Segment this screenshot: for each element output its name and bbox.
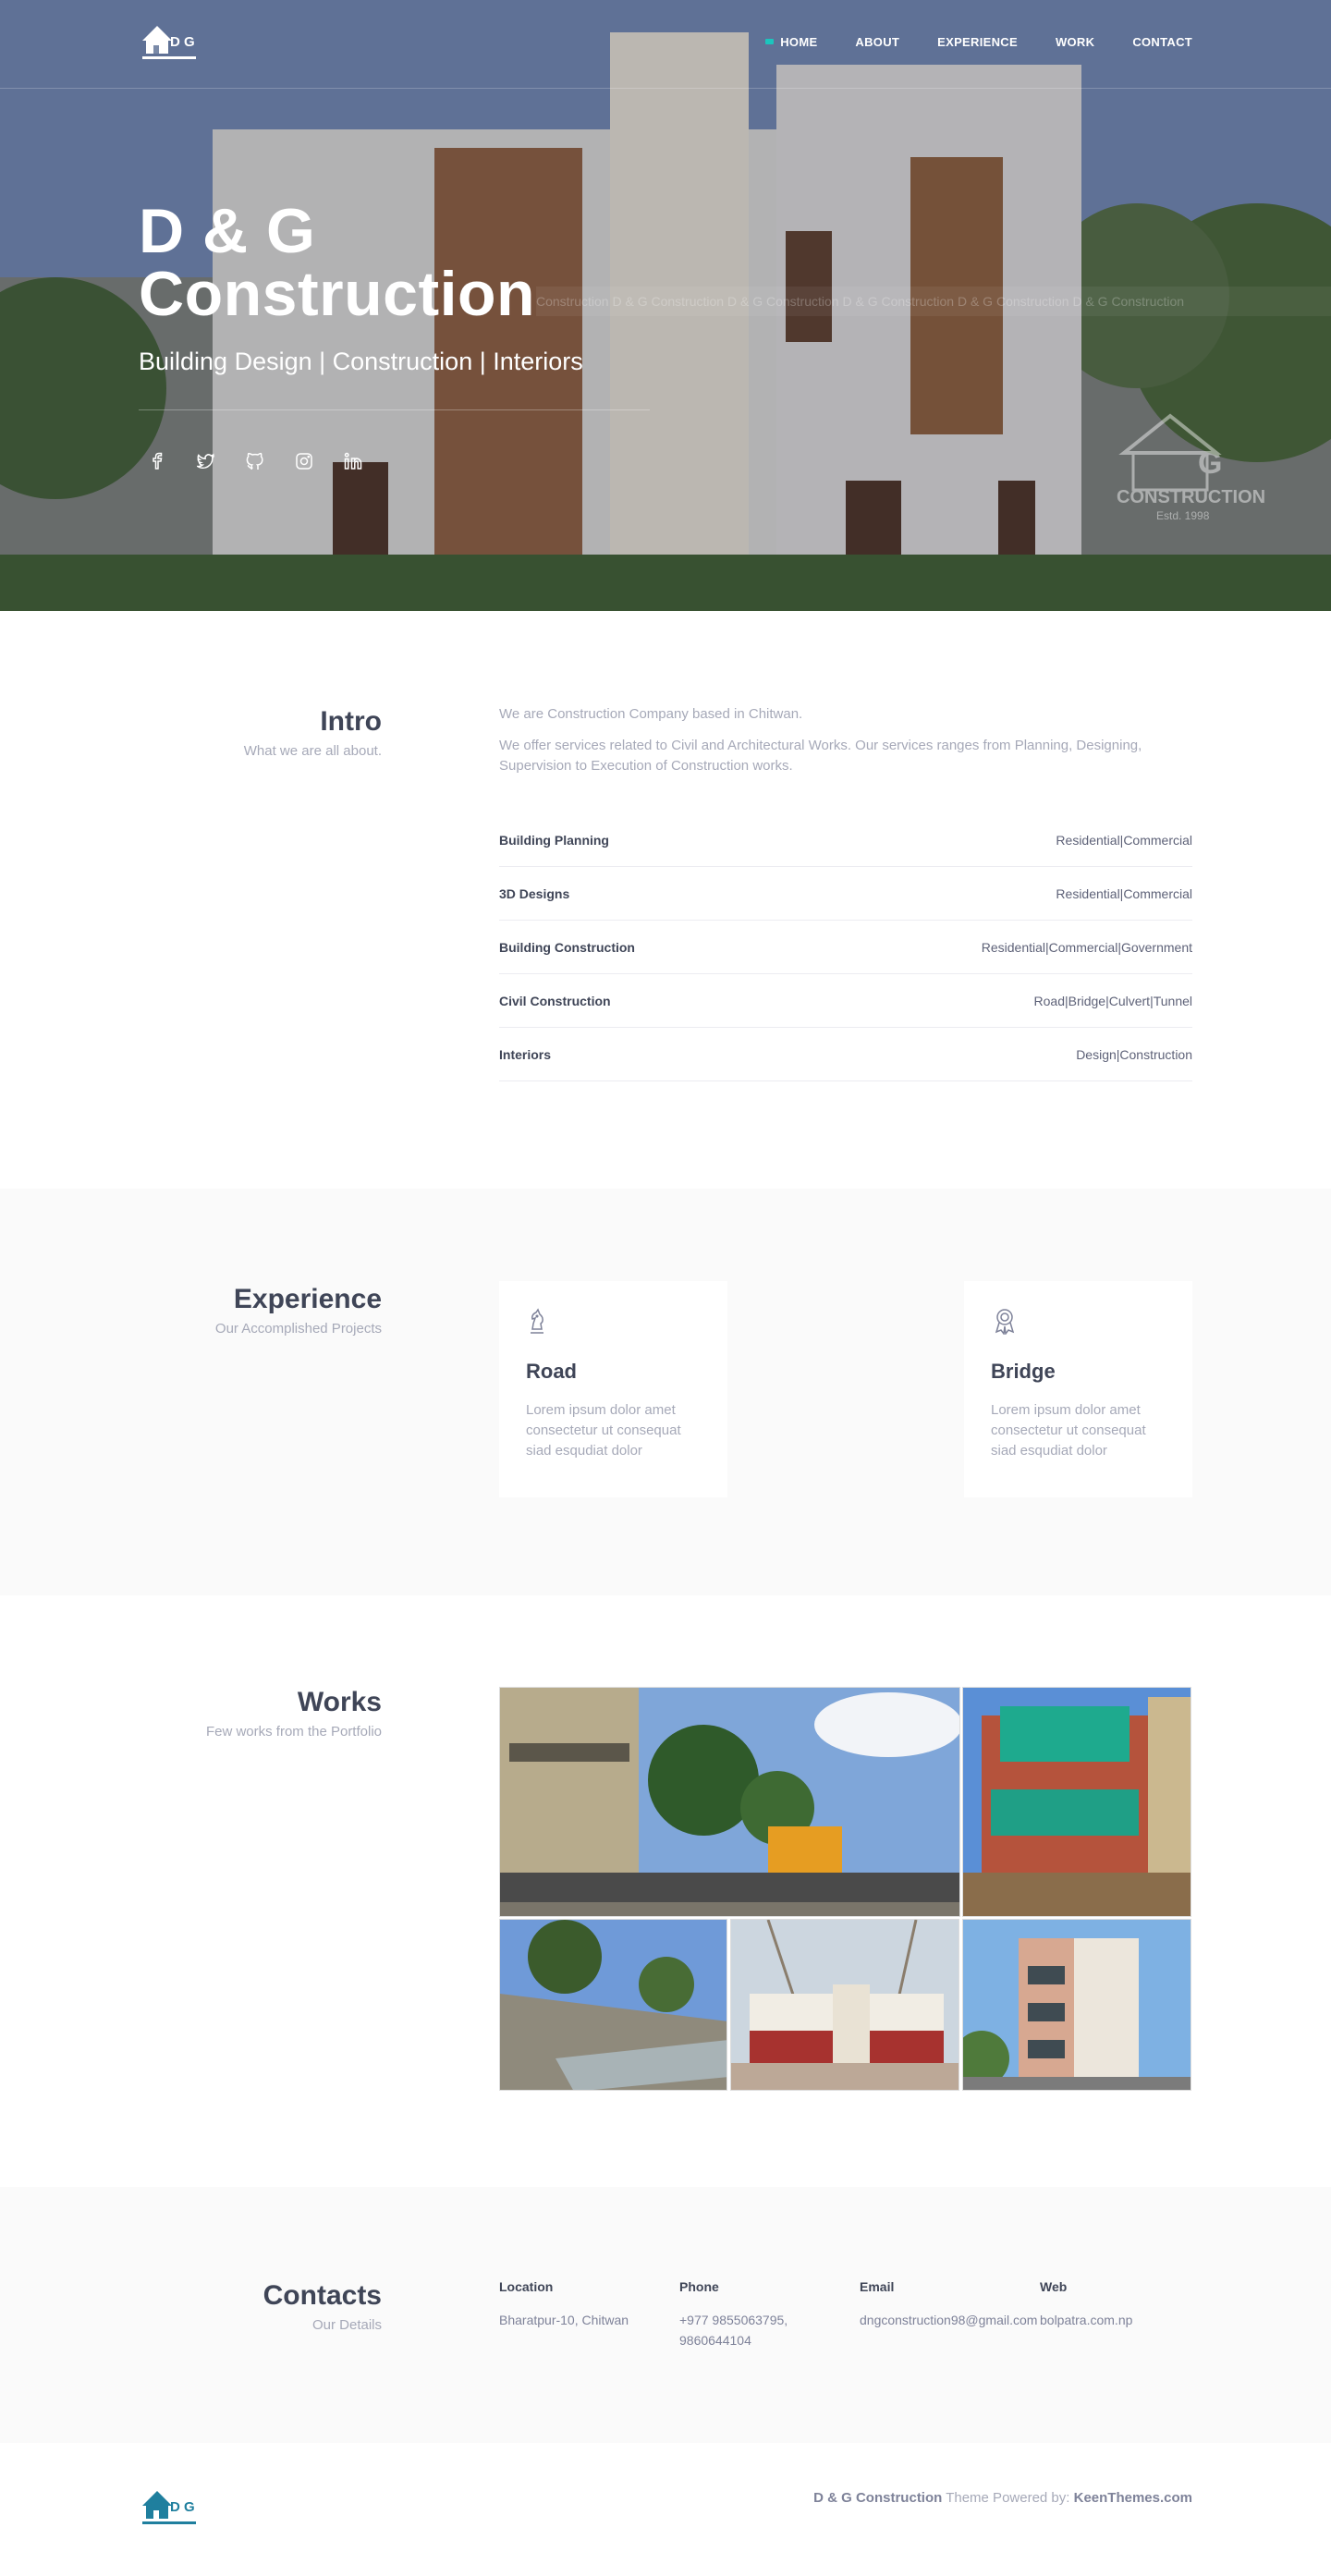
watermark-estd-text: Estd. 1998	[1156, 509, 1210, 522]
footer-powered-link[interactable]: KeenThemes.com	[1074, 2490, 1192, 2506]
linkedin-icon[interactable]	[344, 452, 362, 470]
contact-label: Web	[1040, 2279, 1068, 2294]
watermark-logo: G CONSTRUCTION Estd. 1998	[1117, 413, 1265, 522]
intro-title: Intro	[320, 706, 382, 737]
top-navbar: D G HOME ABOUT EXPERIENCE WORK CONTACT	[0, 0, 1331, 89]
contact-phone: Phone +977 9855063795, 9860644104	[679, 2279, 818, 2350]
contacts-heading: Contacts Our Details	[139, 2280, 382, 2333]
nav-work-link[interactable]: WORK	[1056, 35, 1094, 49]
service-row: Interiors Design|Construction	[499, 1028, 1192, 1081]
contacts-section: Contacts Our Details Location Bharatpur-…	[0, 2187, 1331, 2443]
works-title: Works	[297, 1687, 382, 1717]
contact-label: Location	[499, 2279, 554, 2294]
nav-about-link[interactable]: ABOUT	[855, 35, 899, 49]
intro-subtitle: What we are all about.	[243, 743, 382, 759]
intro-section: Intro What we are all about. We are Cons…	[0, 611, 1331, 1189]
experience-title: Experience	[233, 1284, 382, 1314]
github-icon[interactable]	[246, 452, 264, 470]
contact-value[interactable]: dngconstruction98@gmail.com	[860, 2310, 1037, 2330]
intro-description: We are Construction Company based in Chi…	[499, 704, 1192, 787]
card-text: Lorem ipsum dolor amet consectetur ut co…	[526, 1402, 681, 1459]
svg-text:G: G	[1198, 446, 1222, 481]
footer-logo-text: D G	[170, 2499, 195, 2515]
contact-location: Location Bharatpur-10, Chitwan	[499, 2279, 675, 2330]
contact-value: Bharatpur-10, Chitwan	[499, 2313, 629, 2327]
footer-powered-text: Theme Powered by:	[942, 2490, 1074, 2506]
card-text: Lorem ipsum dolor amet consectetur ut co…	[991, 1402, 1146, 1459]
service-name: Interiors	[499, 1046, 552, 1062]
service-value: Residential|Commercial	[1056, 885, 1192, 901]
work-image-road[interactable]	[499, 1687, 960, 1917]
service-name: Building Construction	[499, 939, 635, 955]
chess-knight-icon	[531, 1308, 543, 1334]
road-construction-photo	[500, 1688, 959, 1916]
service-row: Building Construction Residential|Commer…	[499, 921, 1192, 974]
service-name: Civil Construction	[499, 993, 611, 1008]
twitter-icon[interactable]	[195, 452, 215, 470]
service-value: Residential|Commercial	[1056, 832, 1192, 848]
logo-text: D G	[170, 34, 195, 50]
service-row: Civil Construction Road|Bridge|Culvert|T…	[499, 974, 1192, 1028]
card-title: Bridge	[991, 1360, 1056, 1383]
riverbank-photo	[500, 1920, 727, 2090]
single-storey-building-photo	[731, 1920, 959, 2090]
contact-label: Email	[860, 2279, 895, 2294]
contact-web: Web bolpatra.com.np	[1040, 2279, 1215, 2330]
hero-title-line2: Construction	[139, 259, 536, 329]
hero-section: Construction D & G Construction D & G Co…	[0, 0, 1331, 611]
contact-email: Email dngconstruction98@gmail.com	[860, 2279, 1037, 2330]
intro-paragraph: We offer services related to Civil and A…	[499, 738, 1142, 774]
work-image-riverbank[interactable]	[499, 1919, 727, 2091]
instagram-icon[interactable]	[295, 452, 313, 470]
work-image-building-under-construction[interactable]	[962, 1687, 1191, 1917]
service-name: Building Planning	[499, 832, 609, 848]
service-value: Residential|Commercial|Government	[981, 939, 1192, 955]
intro-paragraph: We are Construction Company based in Chi…	[499, 706, 803, 722]
social-links	[148, 452, 362, 470]
card-title: Road	[526, 1360, 577, 1383]
nav-experience-link[interactable]: EXPERIENCE	[937, 35, 1018, 49]
multi-storey-building-photo	[963, 1920, 1191, 2090]
service-row: Building Planning Residential|Commercial	[499, 813, 1192, 867]
experience-card-road[interactable]: Road Lorem ipsum dolor amet consectetur …	[499, 1281, 727, 1497]
facebook-icon[interactable]	[148, 452, 166, 470]
contacts-subtitle: Our Details	[311, 2317, 382, 2333]
contact-value[interactable]: bolpatra.com.np	[1040, 2310, 1215, 2330]
experience-card-bridge[interactable]: Bridge Lorem ipsum dolor amet consectetu…	[964, 1281, 1192, 1497]
service-value: Design|Construction	[1076, 1046, 1192, 1062]
contact-value[interactable]: +977 9855063795, 9860644104	[679, 2310, 818, 2350]
experience-heading: Experience Our Accomplished Projects	[139, 1284, 382, 1337]
works-heading: Works Few works from the Portfolio	[139, 1687, 382, 1740]
hero-ticker-text: Construction D & G Construction D & G Co…	[536, 287, 1331, 316]
nav-links: HOME ABOUT EXPERIENCE WORK CONTACT	[765, 35, 1192, 49]
footer-brand-logo[interactable]: D G	[139, 2487, 200, 2530]
watermark-name-text: CONSTRUCTION	[1117, 487, 1265, 507]
work-image-single-storey-building[interactable]	[730, 1919, 959, 2091]
service-row: 3D Designs Residential|Commercial	[499, 867, 1192, 921]
intro-heading: Intro What we are all about.	[139, 706, 382, 759]
footer: D G D & G Construction Theme Powered by:…	[0, 2443, 1331, 2576]
footer-credits: D & G Construction Theme Powered by: Kee…	[813, 2490, 1192, 2506]
nav-home-link[interactable]: HOME	[765, 35, 817, 49]
hero-subtitle: Building Design | Construction | Interio…	[139, 348, 583, 375]
award-ribbon-icon	[995, 1309, 1015, 1336]
works-section: Works Few works from the Portfolio	[0, 1595, 1331, 2187]
work-image-multi-storey-building[interactable]	[962, 1919, 1191, 2091]
service-name: 3D Designs	[499, 885, 570, 901]
brand-logo[interactable]: D G	[139, 22, 200, 65]
nav-contact-link[interactable]: CONTACT	[1132, 35, 1192, 49]
hero-divider	[139, 409, 650, 410]
services-list: Building Planning Residential|Commercial…	[499, 813, 1192, 1081]
service-value: Road|Bridge|Culvert|Tunnel	[1033, 993, 1192, 1008]
experience-subtitle: Our Accomplished Projects	[214, 1321, 382, 1337]
contact-label: Phone	[679, 2279, 719, 2294]
experience-section: Experience Our Accomplished Projects Roa…	[0, 1189, 1331, 1595]
works-subtitle: Few works from the Portfolio	[205, 1724, 382, 1740]
contacts-title: Contacts	[263, 2280, 382, 2311]
hero-title: D & G Construction	[139, 200, 535, 325]
building-construction-photo	[963, 1688, 1191, 1916]
hero-title-line1: D & G	[139, 196, 316, 266]
footer-brand[interactable]: D & G Construction	[813, 2490, 942, 2506]
